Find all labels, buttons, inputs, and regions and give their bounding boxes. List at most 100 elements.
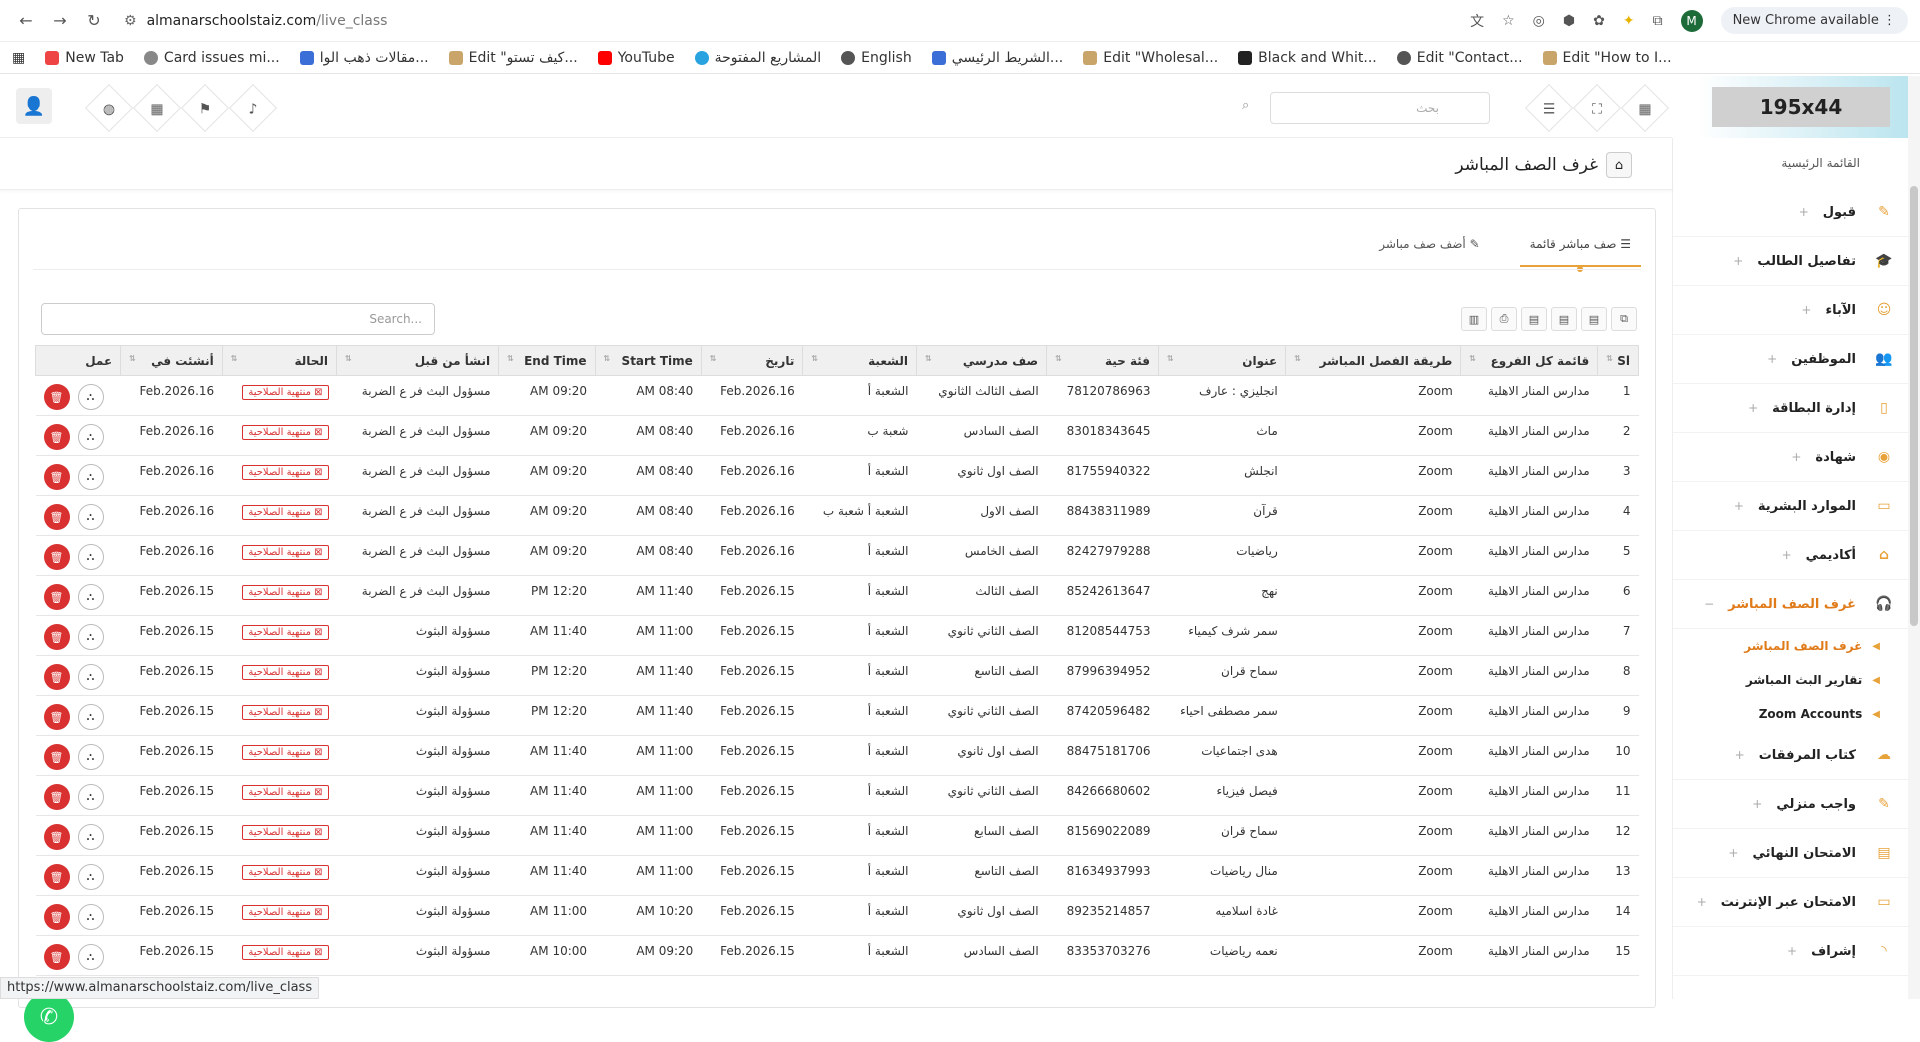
sidebar-item-homework[interactable]: +واجب منزلي✎ xyxy=(1673,780,1920,829)
table-search-input[interactable]: Search... xyxy=(41,303,435,335)
bookmark-item[interactable]: المشاريع المفتوحة xyxy=(695,50,822,66)
grid-button[interactable]: ▦ xyxy=(1621,84,1669,132)
bookmark-item[interactable]: Edit "Contact... xyxy=(1397,50,1523,66)
sidebar-item-academic[interactable]: +أكاديمي⌂ xyxy=(1673,531,1920,580)
participants-button[interactable]: ⛬ xyxy=(78,784,104,810)
extension-icon[interactable]: ◎ xyxy=(1533,13,1545,29)
participants-button[interactable]: ⛬ xyxy=(78,584,104,610)
sidebar-item-parents[interactable]: +الآباء☺ xyxy=(1673,286,1920,335)
page-scrollbar[interactable] xyxy=(1908,76,1920,999)
delete-button[interactable]: 🗑 xyxy=(44,384,70,410)
profile-avatar[interactable]: M xyxy=(1681,10,1703,32)
extension-icon[interactable]: ⬢ xyxy=(1563,13,1575,29)
bookmark-item[interactable]: New Tab xyxy=(45,50,124,66)
delete-button[interactable]: 🗑 xyxy=(44,744,70,770)
tab-live-class-list[interactable]: صف مباشر قائمة ☰ xyxy=(1520,223,1641,267)
bookmark-item[interactable]: الشريط الرئيسي... xyxy=(932,50,1064,66)
delete-button[interactable]: 🗑 xyxy=(44,704,70,730)
notification-button[interactable]: ♪ xyxy=(229,84,277,132)
column-header[interactable]: طريقة الفصل المباشر ⇅ xyxy=(1286,346,1461,376)
column-header[interactable]: الشعبة ⇅ xyxy=(803,346,917,376)
participants-button[interactable]: ⛬ xyxy=(78,864,104,890)
participants-button[interactable]: ⛬ xyxy=(78,504,104,530)
sidebar-item-certificate[interactable]: +شهادة◉ xyxy=(1673,433,1920,482)
delete-button[interactable]: 🗑 xyxy=(44,584,70,610)
sidebar-item-supervision[interactable]: +إشراف◝ xyxy=(1673,927,1920,976)
column-header[interactable]: صف مدرسي ⇅ xyxy=(916,346,1046,376)
sidebar-item-employees[interactable]: +الموظفين👥 xyxy=(1673,335,1920,384)
apps-icon[interactable]: ▦ xyxy=(12,50,25,66)
home-icon[interactable]: ⌂ xyxy=(1606,152,1632,178)
menu-toggle-button[interactable]: ☰ xyxy=(1525,84,1573,132)
participants-button[interactable]: ⛬ xyxy=(78,944,104,970)
column-header[interactable]: أنشئت في ⇅ xyxy=(121,346,223,376)
delete-button[interactable]: 🗑 xyxy=(44,864,70,890)
csv-button[interactable]: ▤ xyxy=(1551,307,1577,331)
bookmark-item[interactable]: Card issues mi... xyxy=(144,50,280,66)
calendar-button[interactable]: ▦ xyxy=(133,84,181,132)
bookmark-item[interactable]: English xyxy=(841,50,912,66)
delete-button[interactable]: 🗑 xyxy=(44,424,70,450)
user-avatar[interactable]: 👤 xyxy=(16,88,52,124)
column-header[interactable]: Sl ⇅ xyxy=(1598,346,1639,376)
bookmark-item[interactable]: Edit "How to I... xyxy=(1543,50,1672,66)
sidebar-item-admission[interactable]: +قبول✎ xyxy=(1673,188,1920,237)
bookmark-item[interactable]: مقالات ذهب الوا... xyxy=(300,50,429,66)
sidebar-subitem-live-reports[interactable]: تقارير البث المباشر◀ xyxy=(1673,663,1920,697)
delete-button[interactable]: 🗑 xyxy=(44,544,70,570)
site-info-icon[interactable]: ⚙ xyxy=(124,13,137,29)
fullscreen-button[interactable]: ⛶ xyxy=(1573,84,1621,132)
column-header[interactable]: End Time ⇅ xyxy=(499,346,595,376)
language-button[interactable]: ◍ xyxy=(85,84,133,132)
participants-button[interactable]: ⛬ xyxy=(78,704,104,730)
participants-button[interactable]: ⛬ xyxy=(78,664,104,690)
participants-button[interactable]: ⛬ xyxy=(78,424,104,450)
excel-button[interactable]: ▤ xyxy=(1581,307,1607,331)
whatsapp-button[interactable]: ✆ xyxy=(24,992,74,1042)
column-header[interactable]: فئة حية ⇅ xyxy=(1047,346,1159,376)
participants-button[interactable]: ⛬ xyxy=(78,744,104,770)
bookmark-star-icon[interactable]: ☆ xyxy=(1502,13,1515,29)
pdf-button[interactable]: ▤ xyxy=(1521,307,1547,331)
sidebar-item-final-exam[interactable]: +الامتحان النهائي▤ xyxy=(1673,829,1920,878)
delete-button[interactable]: 🗑 xyxy=(44,904,70,930)
delete-button[interactable]: 🗑 xyxy=(44,944,70,970)
copy-button[interactable]: ⧉ xyxy=(1611,307,1637,331)
sidebar-item-attachments[interactable]: +كتاب المرفقات☁ xyxy=(1673,731,1920,780)
column-header[interactable]: الحالة ⇅ xyxy=(222,346,336,376)
back-icon[interactable]: ← xyxy=(12,7,40,35)
column-header[interactable]: Start Time ⇅ xyxy=(595,346,701,376)
sidebar-item-student-details[interactable]: +تفاصيل الطالب🎓 xyxy=(1673,237,1920,286)
sidebar-item-card-management[interactable]: +إدارة البطاقة▯ xyxy=(1673,384,1920,433)
column-header[interactable]: تاريخ ⇅ xyxy=(701,346,803,376)
sidebar-subitem-live-rooms[interactable]: غرف الصف المباشر◀ xyxy=(1673,629,1920,663)
bookmark-item[interactable]: YouTube xyxy=(598,50,675,66)
extension-icon[interactable]: ✿ xyxy=(1593,13,1605,29)
bookmark-item[interactable]: Edit "كيف تستو... xyxy=(449,50,578,66)
address-bar[interactable]: ⚙ almanarschoolstaiz.com/live_class xyxy=(114,5,1470,37)
participants-button[interactable]: ⛬ xyxy=(78,464,104,490)
search-input[interactable]: بحث xyxy=(1270,92,1490,124)
forward-icon[interactable]: → xyxy=(46,7,74,35)
participants-button[interactable]: ⛬ xyxy=(78,624,104,650)
sidebar-subitem-zoom-accounts[interactable]: Zoom Accounts◀ xyxy=(1673,697,1920,731)
participants-button[interactable]: ⛬ xyxy=(78,384,104,410)
logo-area[interactable]: 195x44 xyxy=(1672,76,1920,138)
sparkle-icon[interactable]: ✦ xyxy=(1623,13,1635,29)
delete-button[interactable]: 🗑 xyxy=(44,624,70,650)
columns-button[interactable]: ▥ xyxy=(1461,307,1487,331)
sidebar-item-online-exam[interactable]: +الامتحان عبر الإنترنت▭ xyxy=(1673,878,1920,927)
delete-button[interactable]: 🗑 xyxy=(44,664,70,690)
sidebar-item-live-class[interactable]: −غرف الصف المباشر🎧 xyxy=(1673,580,1920,629)
print-button[interactable]: ⎙ xyxy=(1491,307,1517,331)
column-header[interactable]: انشأ من قبل ⇅ xyxy=(337,346,499,376)
bookmark-item[interactable]: Edit "Wholesal... xyxy=(1083,50,1218,66)
column-header[interactable]: عنوان ⇅ xyxy=(1159,346,1286,376)
participants-button[interactable]: ⛬ xyxy=(78,904,104,930)
delete-button[interactable]: 🗑 xyxy=(44,784,70,810)
sidebar-item-hr[interactable]: +الموارد البشرية▭ xyxy=(1673,482,1920,531)
translate-icon[interactable]: 文 xyxy=(1470,11,1484,31)
column-header[interactable]: قائمة كل الفروع ⇅ xyxy=(1461,346,1598,376)
delete-button[interactable]: 🗑 xyxy=(44,824,70,850)
delete-button[interactable]: 🗑 xyxy=(44,504,70,530)
